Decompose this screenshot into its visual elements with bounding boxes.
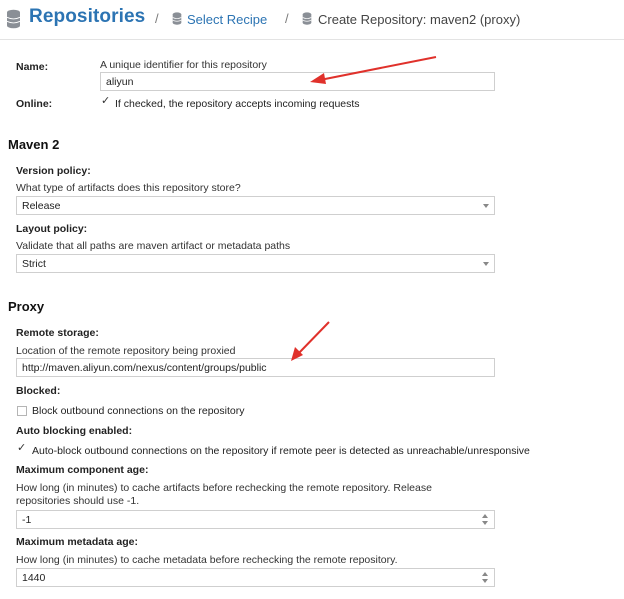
layout-policy-value: Strict [22, 258, 46, 270]
spinner-down-icon[interactable] [482, 579, 488, 583]
max-component-age-input[interactable]: -1 [16, 510, 495, 529]
blocked-text: Block outbound connections on the reposi… [32, 405, 245, 417]
remote-storage-label: Remote storage: [16, 327, 99, 339]
spinner-up-icon[interactable] [482, 514, 488, 518]
proxy-section-title: Proxy [8, 299, 45, 314]
name-input[interactable]: aliyun [100, 72, 495, 91]
online-label: Online: [16, 98, 53, 110]
annotation-arrow [291, 321, 330, 361]
name-label: Name: [16, 61, 49, 73]
database-icon [172, 12, 182, 25]
checkmark-icon: ✓ [101, 95, 111, 107]
breadcrumb-current: Create Repository: maven2 (proxy) [318, 12, 521, 27]
maven-section-title: Maven 2 [8, 137, 60, 152]
max-component-age-help-2: repositories should use -1. [16, 495, 140, 507]
online-text: If checked, the repository accepts incom… [115, 98, 360, 110]
max-metadata-age-help: How long (in minutes) to cache metadata … [16, 554, 398, 566]
spinner-down-icon[interactable] [482, 521, 488, 525]
name-help: A unique identifier for this repository [100, 59, 267, 71]
max-metadata-age-value: 1440 [22, 572, 46, 584]
layout-policy-label: Layout policy: [16, 223, 88, 235]
database-icon [302, 12, 312, 25]
blocked-label: Blocked: [16, 385, 61, 397]
version-policy-help: What type of artifacts does this reposit… [16, 182, 241, 194]
dropdown-caret-icon [483, 262, 489, 266]
auto-blocking-label: Auto blocking enabled: [16, 425, 133, 437]
version-policy-label: Version policy: [16, 165, 91, 177]
dropdown-caret-icon [483, 204, 489, 208]
max-metadata-age-input[interactable]: 1440 [16, 568, 495, 587]
breadcrumb-select-recipe[interactable]: Select Recipe [187, 12, 267, 27]
remote-storage-input[interactable]: http://maven.aliyun.com/nexus/content/gr… [16, 358, 495, 377]
remote-storage-help: Location of the remote repository being … [16, 345, 236, 357]
auto-blocking-checkbox[interactable]: ✓ [17, 442, 27, 456]
spinner-up-icon[interactable] [482, 572, 488, 576]
layout-policy-select[interactable]: Strict [16, 254, 495, 273]
max-metadata-age-label: Maximum metadata age: [16, 536, 138, 548]
database-icon [6, 9, 21, 29]
page-header: Repositories / Select Recipe / Create Re… [0, 0, 624, 40]
auto-blocking-text: Auto-block outbound connections on the r… [32, 445, 530, 457]
max-component-age-label: Maximum component age: [16, 464, 149, 476]
layout-policy-help: Validate that all paths are maven artifa… [16, 240, 291, 252]
version-policy-select[interactable]: Release [16, 196, 495, 215]
max-component-age-value: -1 [22, 514, 32, 526]
breadcrumb-separator: / [155, 11, 159, 26]
breadcrumb-separator: / [285, 11, 289, 26]
checkmark-icon: ✓ [17, 442, 27, 454]
page-title: Repositories [29, 6, 146, 27]
version-policy-value: Release [22, 200, 61, 212]
online-checkbox[interactable]: ✓ [101, 95, 111, 109]
max-component-age-help: How long (in minutes) to cache artifacts… [16, 482, 432, 494]
blocked-checkbox[interactable] [17, 406, 27, 416]
